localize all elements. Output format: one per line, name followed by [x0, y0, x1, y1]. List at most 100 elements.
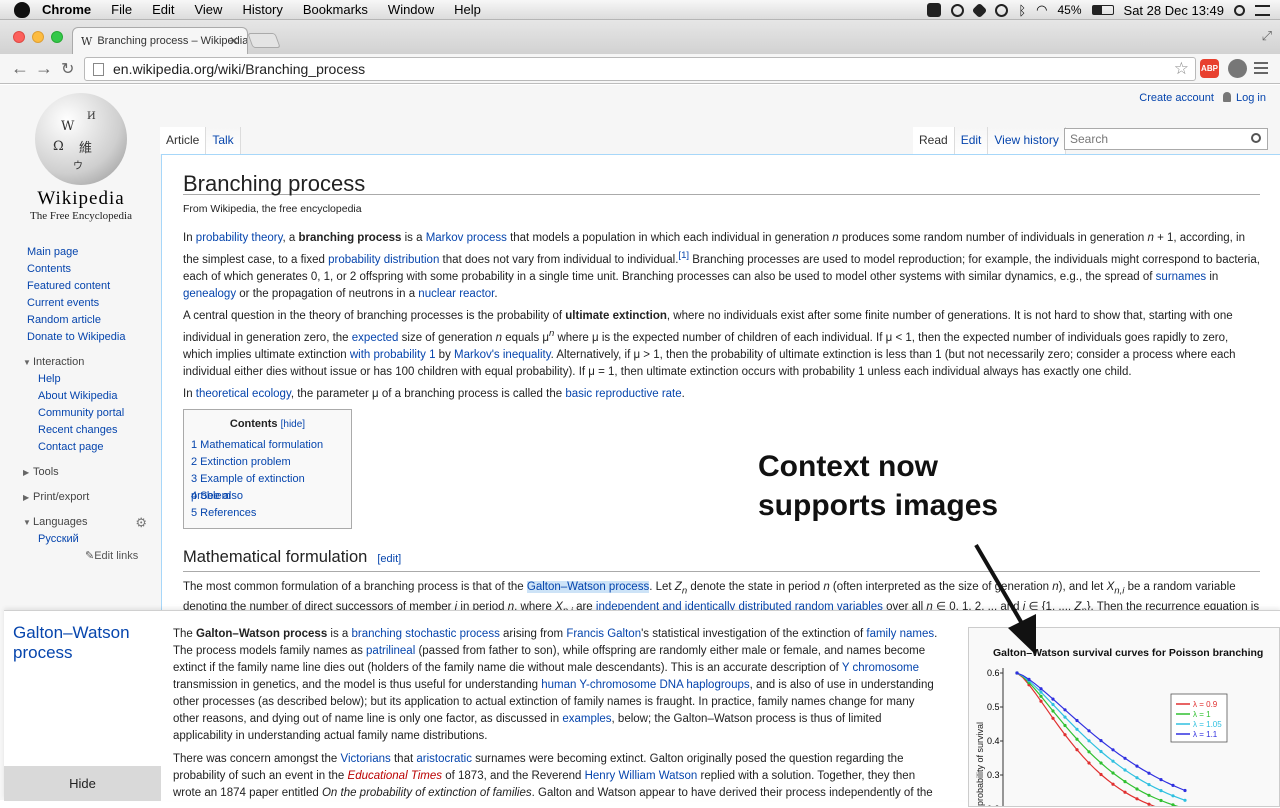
link[interactable]: expected [352, 332, 399, 344]
link[interactable]: Markov's inequality [454, 349, 551, 361]
menu-edit[interactable]: Edit [152, 2, 174, 17]
forward-icon[interactable]: → [35, 58, 53, 79]
status-app-icon[interactable] [927, 3, 941, 17]
fullscreen-icon[interactable]: ⤢ [1262, 28, 1272, 44]
search-input[interactable]: Search [1064, 128, 1268, 150]
sidebar-languages-header[interactable]: ▼Languages⚙ [23, 514, 147, 531]
bluetooth-icon[interactable]: ᛒ [1018, 3, 1026, 18]
toc-item[interactable]: 4 See also [191, 490, 243, 502]
sidebar-item-featured[interactable]: Featured content [27, 280, 110, 292]
menu-history[interactable]: History [242, 2, 282, 17]
link[interactable]: branching stochastic process [352, 628, 500, 640]
sidebar-item-contents[interactable]: Contents [27, 263, 71, 275]
link[interactable]: examples [562, 713, 611, 725]
link[interactable]: probability theory [196, 232, 283, 244]
link[interactable]: Y chromosome [842, 662, 919, 674]
menu-file[interactable]: File [111, 2, 132, 17]
sidebar-item-contact[interactable]: Contact page [38, 441, 103, 453]
edit-links[interactable]: ✎Edit links [27, 548, 147, 565]
menu-view[interactable]: View [194, 2, 222, 17]
timemachine-icon[interactable] [995, 4, 1008, 17]
spotlight-icon[interactable] [1234, 5, 1245, 16]
sync-icon[interactable] [951, 4, 964, 17]
notification-center-icon[interactable] [1255, 5, 1270, 16]
context-title[interactable]: Galton–Watson process [13, 623, 153, 663]
sidebar-item-current-events[interactable]: Current events [27, 297, 99, 309]
link[interactable]: patrilineal [366, 645, 415, 657]
view-tabs: Read Edit View history [913, 127, 1066, 154]
extension-reel-icon[interactable] [1228, 59, 1247, 78]
create-account-link[interactable]: Create account [1139, 92, 1214, 104]
search-icon[interactable] [1251, 133, 1261, 143]
toc-item[interactable]: 2 Extinction problem [191, 456, 291, 468]
close-window-button[interactable] [13, 31, 25, 43]
toc-item[interactable]: 5 References [191, 507, 256, 519]
tab-view-history[interactable]: View history [988, 127, 1065, 154]
chrome-menu-icon[interactable] [1254, 62, 1268, 74]
toc-item[interactable]: 1 Mathematical formulation [191, 439, 323, 451]
zoom-window-button[interactable] [51, 31, 63, 43]
gear-icon[interactable]: ⚙ [135, 514, 147, 531]
annotation-line-2: supports images [758, 486, 998, 525]
link[interactable]: Victorians [340, 753, 390, 765]
wifi-icon[interactable]: ◠ [1036, 2, 1047, 18]
battery-icon[interactable] [1092, 5, 1114, 15]
link[interactable]: family names [866, 628, 934, 640]
sidebar-item-about[interactable]: About Wikipedia [38, 390, 118, 402]
new-tab-button[interactable] [247, 33, 280, 48]
link[interactable]: human Y-chromosome DNA haplogroups [541, 679, 749, 691]
browser-tab[interactable]: W Branching process – Wikipedia ✕ [72, 27, 248, 54]
adblock-label: ABP [1201, 64, 1218, 73]
context-paragraph-2: There was concern amongst the Victorians… [173, 751, 943, 802]
link[interactable]: Francis Galton [566, 628, 641, 640]
hide-button[interactable]: Hide [4, 766, 161, 801]
sidebar-item-community[interactable]: Community portal [38, 407, 124, 419]
menu-bookmarks[interactable]: Bookmarks [303, 2, 368, 17]
series-point [1159, 778, 1162, 781]
link[interactable]: basic reproductive rate [565, 388, 681, 400]
tab-talk[interactable]: Talk [206, 127, 240, 154]
link[interactable]: Educational Times [348, 770, 443, 782]
tab-edit[interactable]: Edit [955, 127, 989, 154]
back-icon[interactable]: ← [11, 58, 29, 79]
minimize-window-button[interactable] [32, 31, 44, 43]
galton-watson-link[interactable]: Galton–Watson process [527, 581, 649, 593]
link[interactable]: theoretical ecology [196, 388, 291, 400]
link[interactable]: aristocratic [416, 753, 472, 765]
menu-help[interactable]: Help [454, 2, 481, 17]
adblock-icon[interactable]: ABP [1200, 59, 1219, 78]
link[interactable]: genealogy [183, 288, 236, 300]
sidebar-item-random[interactable]: Random article [27, 314, 101, 326]
apple-icon[interactable] [14, 2, 30, 18]
citation-link[interactable]: [1] [678, 250, 689, 261]
toc-hide-link[interactable]: [hide] [281, 419, 305, 430]
link[interactable]: probability distribution [328, 254, 439, 266]
sidebar-tools-header[interactable]: ▶Tools [23, 464, 147, 481]
battery-percent[interactable]: 45% [1058, 3, 1082, 17]
sidebar-item-donate[interactable]: Donate to Wikipedia [27, 331, 125, 343]
menu-window[interactable]: Window [388, 2, 434, 17]
sidebar-item-main-page[interactable]: Main page [27, 246, 78, 258]
log-in-link[interactable]: Log in [1236, 92, 1266, 104]
link[interactable]: Henry William Watson [585, 770, 698, 782]
section-edit-link[interactable]: [edit] [377, 553, 401, 565]
link[interactable]: Markov process [426, 232, 507, 244]
drive-icon[interactable] [972, 2, 988, 18]
bookmark-star-icon[interactable]: ☆ [1174, 59, 1189, 79]
link[interactable]: nuclear reactor [418, 288, 494, 300]
sidebar-print-header[interactable]: ▶Print/export [23, 489, 147, 506]
address-bar[interactable]: en.wikipedia.org/wiki/Branching_process … [84, 57, 1196, 81]
sidebar-item-help[interactable]: Help [38, 373, 61, 385]
link[interactable]: surnames [1156, 271, 1207, 283]
link[interactable]: with probability 1 [350, 349, 436, 361]
sidebar-item-recent-changes[interactable]: Recent changes [38, 424, 118, 436]
wikipedia-logo[interactable]: W Ω 維 И ウ Wikipedia The Free Encyclopedi… [22, 93, 140, 222]
tab-read[interactable]: Read [913, 127, 955, 154]
sidebar-interaction-header[interactable]: ▼Interaction [23, 354, 147, 371]
menu-app[interactable]: Chrome [42, 2, 91, 17]
tab-close-icon[interactable]: ✕ [229, 34, 239, 48]
sidebar-item-lang-ru[interactable]: Русский [38, 533, 79, 545]
clock[interactable]: Sat 28 Dec 13:49 [1124, 3, 1224, 18]
tab-article[interactable]: Article [160, 127, 206, 154]
reload-icon[interactable]: ↻ [61, 59, 74, 79]
